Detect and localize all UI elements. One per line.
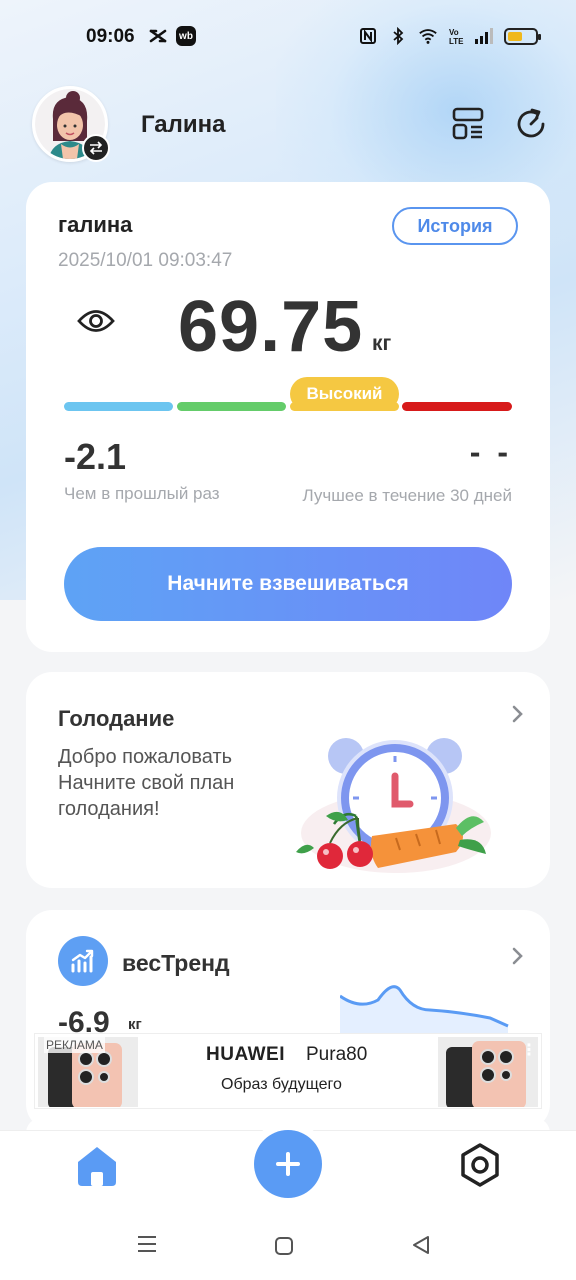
nfc-icon bbox=[358, 26, 378, 46]
start-weighing-button[interactable]: Начните взвешиваться bbox=[64, 547, 512, 621]
capcut-icon bbox=[148, 26, 168, 46]
ad-more-icon[interactable]: ⋮ bbox=[521, 1040, 537, 1060]
weight-value: 69.75 bbox=[178, 287, 364, 367]
trend-unit: кг bbox=[128, 1016, 142, 1033]
trend-sparkline bbox=[339, 978, 512, 1039]
add-button[interactable] bbox=[254, 1130, 322, 1198]
signal-icon bbox=[474, 26, 494, 46]
system-menu-icon[interactable] bbox=[136, 1233, 158, 1260]
profile-name: галина bbox=[58, 212, 133, 237]
chevron-right-icon[interactable] bbox=[510, 946, 524, 972]
diff-value: -2.1 bbox=[64, 436, 127, 477]
wb-icon: wb bbox=[176, 26, 196, 46]
fasting-description: Добро пожаловать Начните свой план голод… bbox=[58, 746, 235, 820]
alarm-clock-food-illustration bbox=[286, 728, 506, 883]
username: Галина bbox=[141, 111, 226, 138]
swap-user-icon[interactable] bbox=[82, 134, 110, 162]
status-app-icons: wb bbox=[148, 26, 196, 46]
measurement-timestamp: 2025/10/01 09:03:47 bbox=[58, 250, 233, 271]
ad-tagline: Образ будущего bbox=[221, 1076, 342, 1093]
best-value: - - bbox=[469, 434, 512, 470]
svg-text:LTE: LTE bbox=[449, 37, 464, 45]
ad-model: Pura80 bbox=[306, 1044, 368, 1065]
bluetooth-icon bbox=[388, 26, 408, 46]
volte-icon: Vo LTE bbox=[448, 26, 464, 46]
diff-label: Чем в прошлый раз bbox=[64, 484, 220, 503]
system-back-icon[interactable] bbox=[410, 1234, 432, 1261]
system-home-icon[interactable] bbox=[274, 1236, 294, 1261]
battery-level bbox=[508, 31, 523, 41]
bmi-bar-low bbox=[64, 402, 173, 411]
trend-title: весТренд bbox=[122, 950, 230, 976]
level-badge: Высокий bbox=[290, 377, 399, 411]
dashboard-layout-icon[interactable] bbox=[450, 106, 486, 142]
trend-icon bbox=[58, 936, 108, 986]
ad-label: РЕКЛАМА bbox=[44, 1037, 105, 1053]
weight-unit: кг bbox=[372, 332, 392, 355]
svg-text:Vo: Vo bbox=[449, 28, 459, 37]
settings-icon[interactable] bbox=[458, 1142, 502, 1193]
sync-icon[interactable] bbox=[513, 106, 549, 142]
status-time: 09:06 bbox=[86, 26, 135, 47]
status-system-icons: Vo LTE bbox=[358, 26, 541, 46]
bmi-bar-normal bbox=[177, 402, 286, 411]
bmi-bar-very-high bbox=[402, 402, 512, 411]
battery-icon bbox=[504, 27, 541, 45]
history-button[interactable]: История bbox=[392, 207, 518, 245]
chevron-right-icon[interactable] bbox=[510, 704, 524, 730]
fasting-title: Голодание bbox=[58, 706, 175, 731]
ad-brand: HUAWEI bbox=[206, 1044, 285, 1065]
wifi-icon bbox=[418, 26, 438, 46]
eye-icon[interactable] bbox=[77, 306, 115, 341]
home-icon[interactable] bbox=[74, 1144, 120, 1193]
best-label: Лучшее в течение 30 дней bbox=[302, 486, 512, 505]
